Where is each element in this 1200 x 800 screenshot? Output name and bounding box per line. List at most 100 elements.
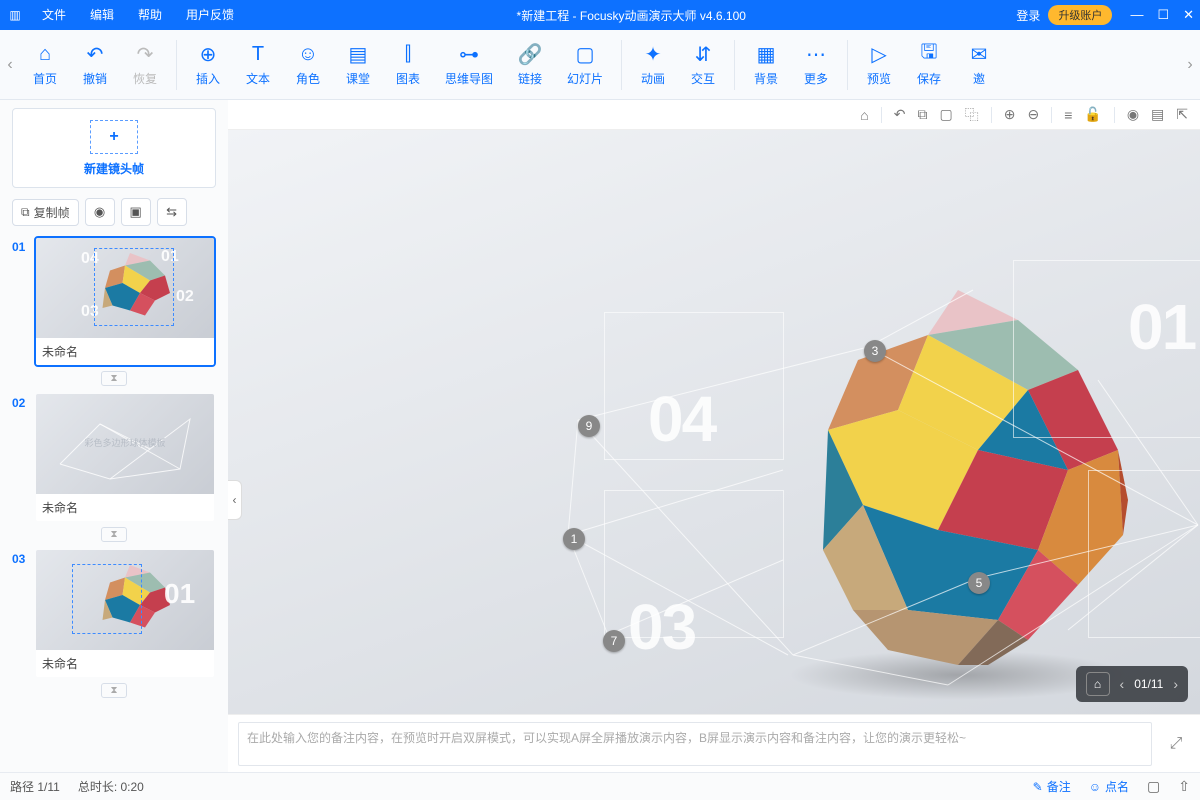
snapshot-icon[interactable]: ◉ — [1127, 106, 1139, 123]
undo-icon: ↶ — [87, 42, 104, 66]
save-icon: 🖫 — [921, 42, 938, 66]
copy-frame-button[interactable]: ⧉ 复制帧 — [12, 199, 79, 226]
tool-class[interactable]: ▤课堂 — [333, 42, 383, 87]
menu-编辑[interactable]: 编辑 — [78, 0, 126, 30]
rotate-left-icon[interactable]: ↶ — [894, 106, 906, 123]
align-icon[interactable]: ≡ — [1064, 107, 1072, 123]
main-toolbar: ‹ ⌂首页↶撤销↷恢复 ⊕插入T文本☺角色▤课堂⫿图表⊶思维导图🔗链接▢幻灯片 ✦动… — [0, 30, 1200, 100]
paste-icon[interactable]: ▢ — [940, 106, 953, 123]
menu-用户反馈[interactable]: 用户反馈 — [174, 0, 246, 30]
mindmap-icon: ⊶ — [459, 42, 479, 66]
node-badge: 3 — [864, 340, 886, 362]
tool-more[interactable]: ⋯更多 — [791, 42, 841, 87]
insert-icon: ⊕ — [200, 42, 217, 66]
status-upload-icon[interactable]: ⇧ — [1178, 778, 1190, 795]
close-button[interactable]: ✕ — [1183, 7, 1194, 23]
home-icon: ⌂ — [39, 42, 51, 66]
zoom-in-icon[interactable]: ⊕ — [1004, 106, 1016, 123]
tool-home[interactable]: ⌂首页 — [20, 42, 70, 87]
swap-button[interactable]: ⇆ — [157, 198, 187, 226]
notes-expand-button[interactable]: ⤢ — [1162, 730, 1190, 758]
status-display-icon[interactable]: ▢ — [1147, 778, 1160, 795]
new-frame-button[interactable]: + 新建镜头帧 — [12, 108, 216, 188]
notes-input[interactable]: 在此处输入您的备注内容，在预览时开启双屏模式，可以实现A屏全屏播放演示内容，B屏… — [238, 722, 1152, 766]
tool-chart[interactable]: ⫿图表 — [383, 42, 433, 87]
node-badge: 5 — [968, 572, 990, 594]
panel-collapse-button[interactable]: ‹ — [228, 480, 242, 520]
export-icon[interactable]: ⇱ — [1176, 106, 1188, 123]
minimize-button[interactable]: — — [1130, 7, 1143, 23]
menu-帮助[interactable]: 帮助 — [126, 0, 174, 30]
node-badge: 7 — [603, 630, 625, 652]
tool-text[interactable]: T文本 — [233, 42, 283, 87]
more-icon: ⋯ — [806, 42, 826, 66]
tool-save[interactable]: 🖫保存 — [904, 42, 954, 87]
canvas[interactable]: ⌂ ‹ 01/11 › 0102030439175 — [228, 130, 1200, 714]
tool-interact[interactable]: ⇵交互 — [678, 42, 728, 87]
new-frame-label: 新建镜头帧 — [84, 160, 144, 177]
home-icon[interactable]: ⌂ — [860, 107, 868, 123]
section-number: 03 — [628, 590, 695, 664]
tool-bg[interactable]: ▦背景 — [741, 42, 791, 87]
menu-文件[interactable]: 文件 — [30, 0, 78, 30]
tool-redo[interactable]: ↷恢复 — [120, 42, 170, 87]
status-duration: 总时长: 0:20 — [78, 778, 144, 795]
tool-invite[interactable]: ✉邀 — [954, 42, 1004, 87]
zoom-out-icon[interactable]: ⊖ — [1027, 106, 1039, 123]
chart-icon: ⫿ — [405, 42, 411, 66]
frame-number: 01 — [12, 236, 28, 254]
frame-number: 03 — [12, 548, 28, 566]
plus-icon: + — [90, 120, 138, 154]
node-badge: 1 — [563, 528, 585, 550]
nav-home-button[interactable]: ⌂ — [1086, 672, 1110, 696]
tool-insert[interactable]: ⊕插入 — [183, 42, 233, 87]
role-icon: ☺ — [298, 42, 318, 66]
lock-icon[interactable]: 🔓 — [1084, 106, 1101, 123]
class-icon: ▤ — [349, 42, 368, 66]
titlebar: ▥ 文件编辑帮助用户反馈 *新建工程 - Focusky动画演示大师 v4.6.… — [0, 0, 1200, 30]
tool-preview[interactable]: ▷预览 — [854, 42, 904, 87]
redo-icon: ↷ — [137, 42, 154, 66]
maximize-button[interactable]: ☐ — [1157, 7, 1169, 23]
frame-thumb-03[interactable]: 01未命名 — [34, 548, 216, 679]
text-icon: T — [252, 42, 264, 66]
toolbar-scroll-left[interactable]: ‹ — [0, 30, 20, 99]
upgrade-button[interactable]: 升级账户 — [1048, 5, 1112, 25]
qr-button[interactable]: ▣ — [121, 198, 151, 226]
timer-icon: ⧗ — [101, 371, 126, 386]
invite-icon: ✉ — [971, 42, 988, 66]
tool-mindmap[interactable]: ⊶思维导图 — [433, 42, 505, 87]
frame-number: 02 — [12, 392, 28, 410]
toolbar-scroll-right[interactable]: › — [1180, 30, 1200, 99]
login-link[interactable]: 登录 — [1016, 7, 1040, 24]
section-number: 01 — [1128, 290, 1195, 364]
tool-slide[interactable]: ▢幻灯片 — [555, 42, 615, 87]
tool-undo[interactable]: ↶撤销 — [70, 42, 120, 87]
canvas-nav-overlay: ⌂ ‹ 01/11 › — [1076, 666, 1188, 702]
tool-anim[interactable]: ✦动画 — [628, 42, 678, 87]
nav-prev-button[interactable]: ‹ — [1120, 676, 1125, 692]
person-icon: ☺ — [1089, 780, 1101, 794]
nav-next-button[interactable]: › — [1173, 676, 1178, 692]
frame-thumb-02[interactable]: 彩色多边形球体模板未命名 — [34, 392, 216, 523]
edit-icon: ✎ — [1033, 780, 1043, 794]
section-number: 04 — [648, 382, 715, 456]
notes-area: 在此处输入您的备注内容，在预览时开启双屏模式，可以实现A屏全屏播放演示内容，B屏… — [228, 714, 1200, 772]
node-badge: 9 — [578, 415, 600, 437]
frame-thumb-01[interactable]: 01020304未命名 — [34, 236, 216, 367]
slide-icon: ▢ — [576, 42, 595, 66]
copy-icon[interactable]: ⧉ — [918, 106, 928, 123]
status-click-button[interactable]: ☺点名 — [1089, 778, 1129, 795]
status-remark-button[interactable]: ✎备注 — [1033, 778, 1071, 795]
tool-role[interactable]: ☺角色 — [283, 42, 333, 87]
nav-page-indicator: 01/11 — [1134, 677, 1163, 691]
app-logo-icon: ▥ — [0, 8, 30, 22]
camera-button[interactable]: ◉ — [85, 198, 115, 226]
window-title: *新建工程 - Focusky动画演示大师 v4.6.100 — [246, 7, 1016, 24]
duplicate-icon[interactable]: ⿻ — [965, 105, 979, 125]
tool-link[interactable]: 🔗链接 — [505, 42, 555, 87]
timer-icon: ⧗ — [101, 527, 126, 542]
layers-icon[interactable]: ▤ — [1151, 106, 1164, 123]
anim-icon: ✦ — [645, 42, 662, 66]
copy-icon: ⧉ — [21, 205, 30, 220]
